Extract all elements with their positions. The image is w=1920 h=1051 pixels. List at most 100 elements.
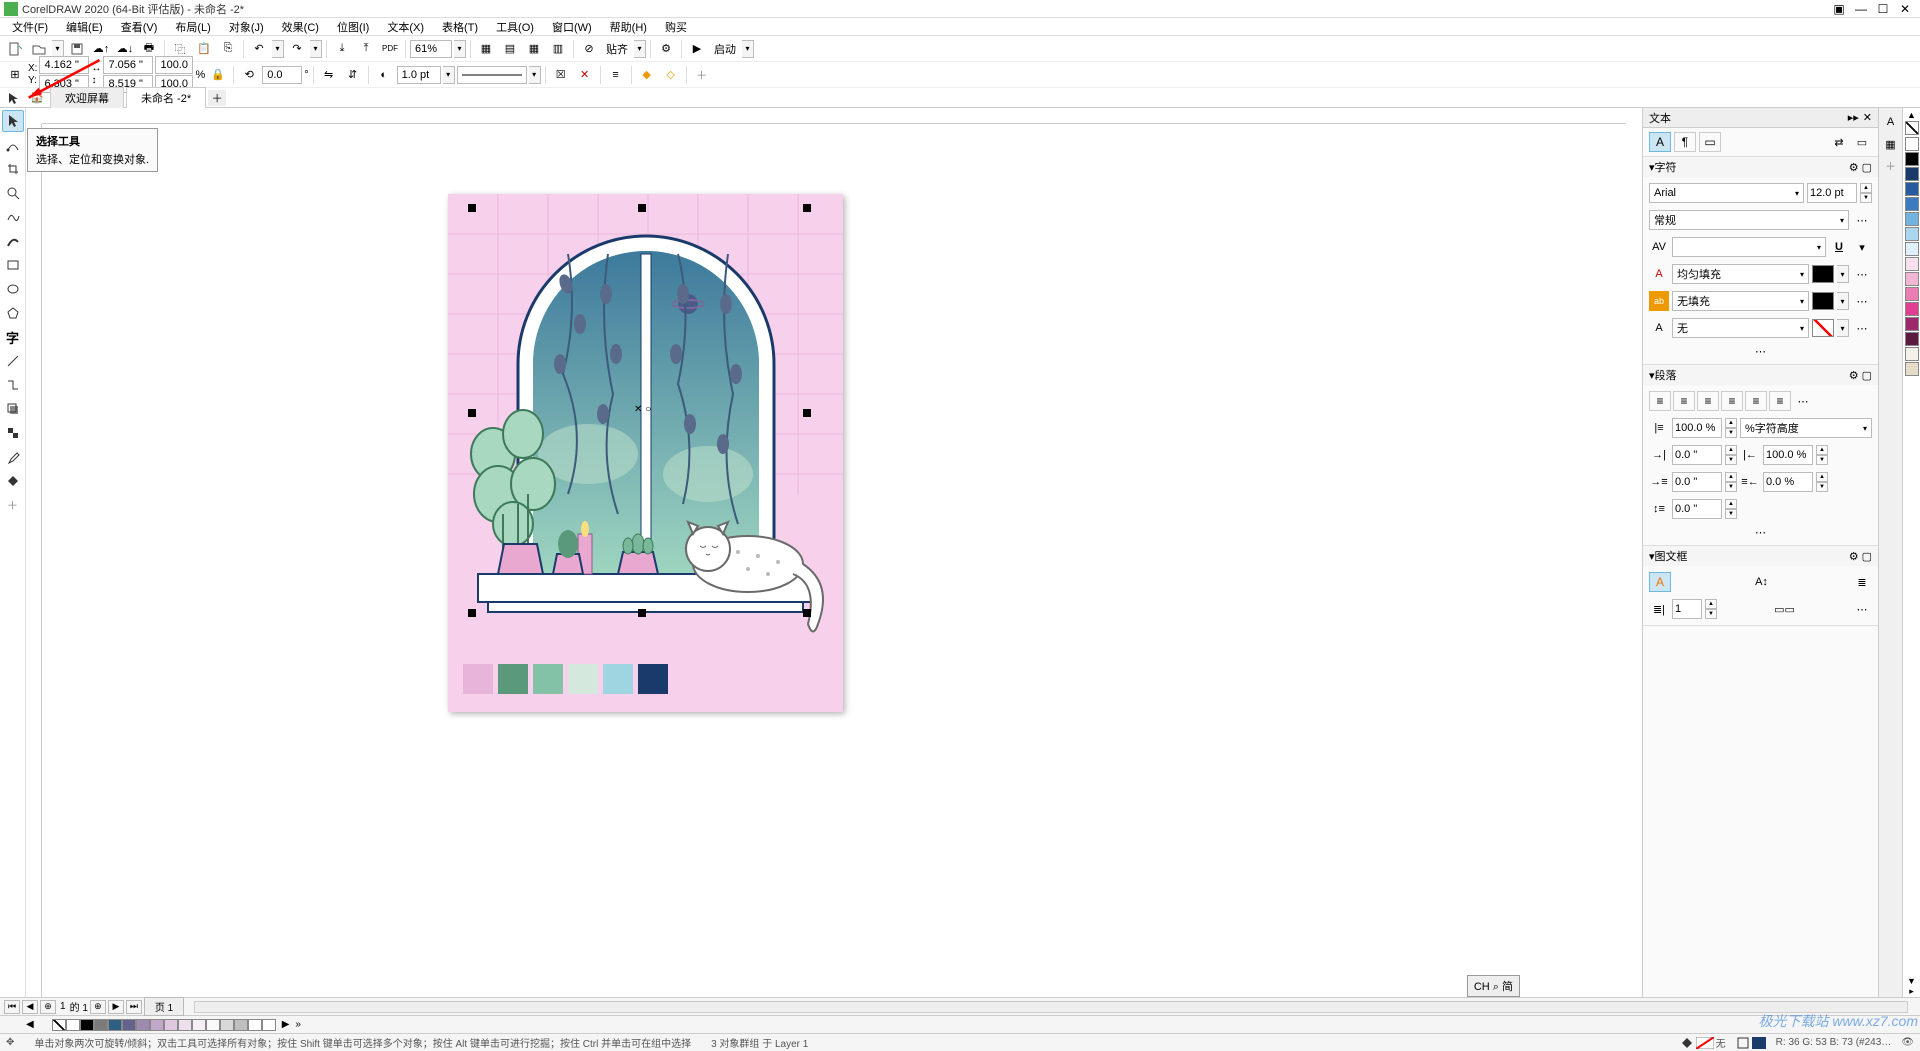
before-para-spinner[interactable]: ▲▼ — [1725, 499, 1737, 519]
crop-tool[interactable] — [2, 158, 24, 180]
fullscreen-preview-button[interactable]: ▦ — [475, 38, 497, 60]
prev-page-button[interactable]: ◀ — [22, 1000, 38, 1014]
docker-collapse-icon[interactable]: ▸▸ — [1848, 111, 1859, 124]
eyedropper-tool[interactable] — [2, 446, 24, 468]
doc-color-swatch[interactable] — [248, 1019, 262, 1031]
columns-spinner[interactable]: ▲▼ — [1705, 599, 1717, 619]
object-origin-button[interactable]: ⊞ — [4, 64, 26, 86]
first-line1-input[interactable] — [1672, 472, 1722, 492]
snap-dropdown[interactable]: ▾ — [634, 40, 646, 58]
doc-color-swatch[interactable] — [94, 1019, 108, 1031]
outline-width-input[interactable] — [397, 66, 441, 84]
fill-color-swatch[interactable] — [1812, 265, 1834, 283]
maximize-button[interactable]: ☐ — [1872, 1, 1894, 17]
selection-handle-mr[interactable] — [803, 409, 811, 417]
selection-handle-ml[interactable] — [468, 409, 476, 417]
line-spacing-unit-dropdown[interactable]: %字符高度▾ — [1740, 418, 1872, 438]
selection-handle-bl[interactable] — [468, 609, 476, 617]
color-swatch[interactable] — [1905, 362, 1919, 376]
doc-color-swatch[interactable] — [66, 1019, 80, 1031]
font-style-dropdown[interactable]: 常规▾ — [1649, 210, 1849, 230]
doc-color-swatch[interactable] — [164, 1019, 178, 1031]
fill-indicator-icon[interactable]: 无 — [1680, 1035, 1726, 1050]
menu-table[interactable]: 表格(T) — [434, 18, 486, 36]
width-input[interactable] — [103, 56, 153, 74]
launch-icon[interactable]: ▶ — [686, 38, 708, 60]
outline-width-dropdown[interactable]: ▾ — [443, 66, 455, 84]
selection-handle-tm[interactable] — [638, 204, 646, 212]
doc-color-swatch[interactable] — [178, 1019, 192, 1031]
x-position-input[interactable] — [39, 56, 89, 74]
font-list-options-icon[interactable]: ⋯ — [1852, 210, 1872, 230]
selection-handle-tr[interactable] — [803, 204, 811, 212]
bg-color-dropdown[interactable]: ▾ — [1837, 319, 1849, 337]
powerclip-button[interactable]: ✕ — [574, 64, 596, 86]
outline-indicator-icon[interactable] — [1736, 1036, 1766, 1050]
align-left-button[interactable]: ≡ — [1673, 391, 1695, 411]
color-swatch[interactable] — [1905, 272, 1919, 286]
doc-color-swatch[interactable] — [150, 1019, 164, 1031]
before-para-input[interactable] — [1672, 499, 1722, 519]
connector-tool[interactable] — [2, 374, 24, 396]
mirror-vertical-button[interactable]: ⇵ — [342, 64, 364, 86]
align-options-icon[interactable]: ⋯ — [1793, 391, 1813, 411]
doc-color-swatch[interactable] — [136, 1019, 150, 1031]
doc-color-swatch[interactable] — [108, 1019, 122, 1031]
docker-close-icon[interactable]: ✕ — [1863, 111, 1872, 124]
menu-text[interactable]: 文本(X) — [379, 18, 432, 36]
freehand-tool[interactable] — [2, 206, 24, 228]
undo-dropdown[interactable]: ▾ — [272, 40, 284, 58]
show-grid-button[interactable]: ▦ — [523, 38, 545, 60]
doc-palette-scroll-left-icon[interactable]: ◀ — [26, 1019, 34, 1030]
underline-button[interactable]: U — [1829, 237, 1849, 257]
doc-color-swatch[interactable] — [80, 1019, 94, 1031]
bg-fill-dropdown[interactable]: 无▾ — [1672, 318, 1809, 338]
bg-options-icon[interactable]: ⋯ — [1852, 318, 1872, 338]
char-mode-button[interactable]: A — [1649, 132, 1671, 152]
color-swatch[interactable] — [1905, 212, 1919, 226]
color-swatch[interactable] — [1905, 182, 1919, 196]
frame-options-icon[interactable]: ⋯ — [1852, 599, 1872, 619]
import-button[interactable]: ⤓ — [331, 38, 353, 60]
artboard[interactable]: ✕ ○ — [448, 194, 843, 712]
launch-label[interactable]: 启动 — [710, 41, 740, 57]
color-swatch[interactable] — [1905, 347, 1919, 361]
to-back-button[interactable]: ◇ — [660, 64, 682, 86]
text-attrib-icon[interactable]: ▭ — [1852, 132, 1872, 152]
color-proof-icon[interactable]: 👁 — [1901, 1037, 1914, 1048]
menu-view[interactable]: 查看(V) — [113, 18, 166, 36]
menu-purchase[interactable]: 购买 — [657, 18, 695, 36]
transparency-tool[interactable] — [2, 422, 24, 444]
color-swatch[interactable] — [1905, 332, 1919, 346]
zoom-dropdown[interactable]: ▾ — [454, 40, 466, 58]
fill-options-icon[interactable]: ⋯ — [1852, 264, 1872, 284]
mirror-horizontal-button[interactable]: ⇋ — [318, 64, 340, 86]
launch-dropdown[interactable]: ▾ — [742, 40, 754, 58]
parallel-dimension-tool[interactable] — [2, 350, 24, 372]
text-direction-icon[interactable]: ⇄ — [1829, 132, 1849, 152]
redo-dropdown[interactable]: ▾ — [310, 40, 322, 58]
frame-vert-top-button[interactable]: A — [1649, 572, 1671, 592]
clipboard-button[interactable]: ⎘ — [217, 38, 239, 60]
welcome-tab[interactable]: 欢迎屏幕 — [50, 87, 124, 108]
scale-x-input[interactable] — [155, 56, 193, 74]
align-force-justify-button[interactable]: ≡ — [1769, 391, 1791, 411]
left-indent-spinner[interactable]: ▲▼ — [1725, 445, 1737, 465]
redo-button[interactable]: ↷ — [286, 38, 308, 60]
show-rulers-button[interactable]: ▤ — [499, 38, 521, 60]
menu-tools[interactable]: 工具(O) — [488, 18, 542, 36]
text-docker-header[interactable]: 文本 ▸▸ ✕ — [1643, 108, 1878, 128]
doc-color-swatch[interactable] — [192, 1019, 206, 1031]
character-section-header[interactable]: ▾ 字符⚙ ▢ — [1643, 157, 1878, 177]
pick-tool[interactable] — [2, 110, 24, 132]
right-indent-input[interactable] — [1763, 445, 1813, 465]
align-button[interactable]: ≡ — [605, 64, 627, 86]
more-options-icon[interactable]: ⋯ — [1755, 345, 1766, 358]
add-page-after-button[interactable]: ⊕ — [90, 1000, 106, 1014]
snap-off-button[interactable]: ⊘ — [578, 38, 600, 60]
frame-mode-button[interactable]: ▭ — [1699, 132, 1721, 152]
ellipse-tool[interactable] — [2, 278, 24, 300]
line-style-dropdown[interactable]: ▾ — [529, 66, 541, 84]
doc-palette-flyout-icon[interactable]: » — [295, 1019, 301, 1030]
first-line2-input[interactable] — [1763, 472, 1813, 492]
